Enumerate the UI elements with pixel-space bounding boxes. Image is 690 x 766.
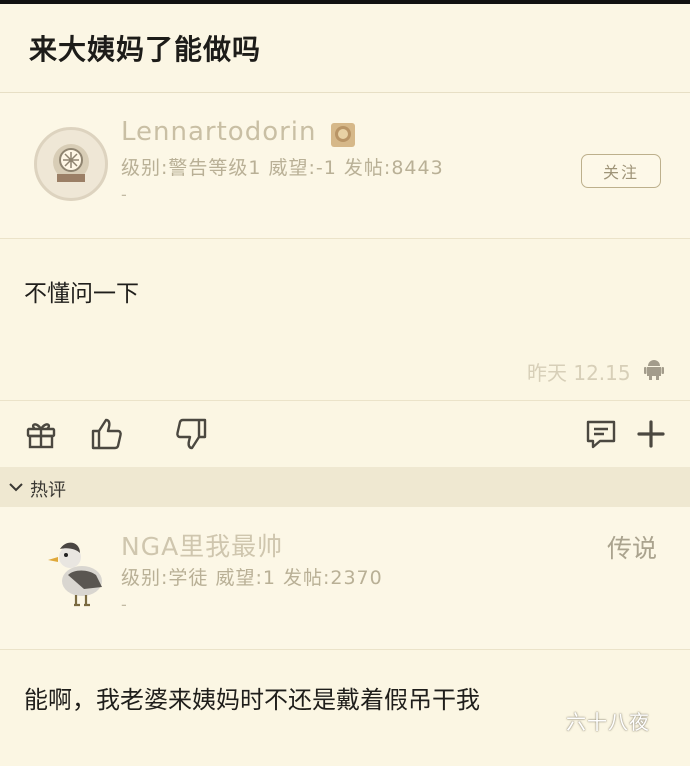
gift-icon[interactable]: [24, 417, 58, 451]
username[interactable]: Lennartodorin: [121, 117, 317, 147]
reply-avatar[interactable]: [36, 529, 118, 611]
reply-user-meta: 级别:学徒 威望:1 发帖:2370: [121, 567, 383, 589]
plus-icon[interactable]: [634, 417, 668, 451]
user-signature: -: [121, 185, 127, 204]
reply-content: 能啊，我老婆来姨妈时不还是戴着假吊干我: [24, 686, 480, 714]
reply-rank-badge: 传说: [607, 534, 658, 563]
thumbs-down-icon[interactable]: [174, 417, 208, 451]
post-time: 昨天 12.15: [527, 361, 631, 385]
user-badge-icon: [331, 123, 355, 147]
android-icon: [644, 360, 664, 380]
post-content: 不懂问一下: [24, 281, 139, 307]
post-author-block: Lennartodorin 级别:警告等级1 威望:-1 发帖:8443 - 关…: [0, 93, 690, 239]
post-actions: [0, 400, 690, 467]
hot-comments-label: 热评: [30, 480, 66, 501]
comment-icon[interactable]: [584, 417, 618, 451]
thumbs-up-icon[interactable]: [90, 417, 124, 451]
follow-button[interactable]: 关注: [581, 154, 661, 188]
avatar[interactable]: [34, 127, 108, 201]
reply-user-signature: -: [121, 595, 127, 614]
hot-comments-header[interactable]: 热评: [0, 467, 690, 507]
reply-username[interactable]: NGA里我最帅: [121, 527, 283, 563]
chevron-down-icon: [9, 483, 23, 492]
avatar-image: [53, 144, 89, 182]
watermark: 六十八夜: [566, 710, 650, 734]
page-title: 来大姨妈了能做吗: [29, 33, 262, 66]
reply-author-block: NGA里我最帅 级别:学徒 威望:1 发帖:2370 - 传说: [0, 507, 690, 650]
title-bar: 来大姨妈了能做吗: [0, 4, 690, 93]
user-meta: 级别:警告等级1 威望:-1 发帖:8443: [121, 157, 444, 179]
